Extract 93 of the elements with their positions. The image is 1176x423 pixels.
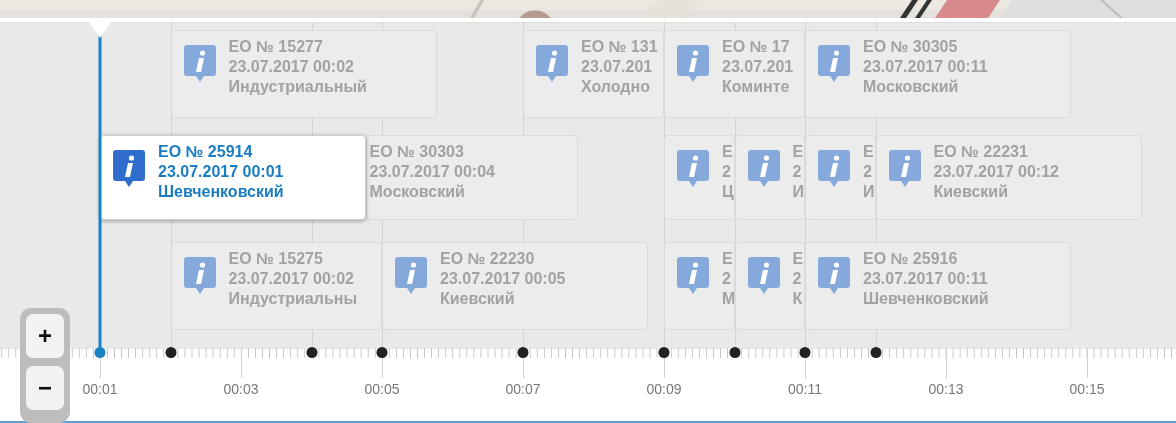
info-icon bbox=[888, 150, 921, 188]
event-district: Холодно bbox=[581, 77, 651, 97]
event-district: Шевченковский bbox=[158, 182, 284, 202]
event-card[interactable]: ЕО № 22230 23.07.2017 00:05 Киевский bbox=[382, 242, 648, 330]
event-timestamp: 23.07.2017 00:04 bbox=[369, 162, 495, 182]
event-district: М bbox=[722, 289, 734, 309]
info-icon bbox=[183, 257, 216, 295]
event-card[interactable]: ЕО № 25916 23.07.2017 00:11 Шевченковский bbox=[805, 242, 1071, 330]
time-label: 00:13 bbox=[928, 381, 964, 397]
event-marker[interactable] bbox=[94, 347, 106, 358]
event-card[interactable]: Е 2 И bbox=[805, 135, 876, 220]
event-number: ЕО № 30305 bbox=[863, 37, 959, 57]
event-marker[interactable] bbox=[306, 347, 317, 358]
event-number: ЕО № 25914 bbox=[158, 142, 254, 162]
event-card[interactable]: Е 2 М bbox=[664, 242, 735, 330]
event-number: ЕО № 15277 bbox=[228, 37, 324, 57]
event-timestamp: 23.07.201 bbox=[722, 57, 794, 77]
info-icon bbox=[747, 257, 780, 295]
event-district: И bbox=[792, 182, 804, 202]
event-timestamp: 2 bbox=[792, 269, 803, 289]
event-timestamp: 23.07.201 bbox=[581, 57, 654, 77]
event-timestamp: 23.07.2017 00:05 bbox=[440, 269, 566, 289]
event-district: И bbox=[863, 182, 875, 202]
info-icon bbox=[818, 45, 850, 83]
event-timestamp: 23.07.2017 00:02 bbox=[228, 269, 355, 289]
event-timestamp: 2 bbox=[863, 162, 873, 182]
event-district: Шевченковский bbox=[863, 289, 989, 309]
event-number: Е bbox=[792, 249, 804, 269]
time-label: 00:03 bbox=[223, 381, 259, 397]
event-district: Индустриальный bbox=[228, 77, 367, 97]
event-timestamp: 23.07.2017 00:12 bbox=[933, 162, 1059, 182]
event-district: Московский bbox=[369, 182, 466, 202]
info-icon bbox=[818, 150, 850, 188]
event-card[interactable]: ЕО № 30305 23.07.2017 00:11 Московский bbox=[805, 30, 1071, 118]
info-icon bbox=[818, 257, 850, 295]
info-icon bbox=[395, 257, 427, 295]
event-card[interactable]: ЕО № 131 23.07.201 Холодно bbox=[523, 30, 664, 118]
event-timestamp: 23.07.2017 00:02 bbox=[228, 57, 355, 77]
event-card[interactable]: ЕО № 22231 23.07.2017 00:12 Киевский bbox=[875, 135, 1142, 220]
info-icon bbox=[747, 150, 780, 188]
event-card[interactable]: Е 2 И bbox=[734, 135, 805, 220]
event-timestamp: 23.07.2017 00:11 bbox=[863, 57, 988, 77]
info-icon bbox=[677, 257, 709, 295]
info-icon bbox=[536, 45, 568, 83]
zoom-in-button[interactable]: + bbox=[26, 314, 64, 358]
event-marker[interactable] bbox=[870, 347, 881, 358]
event-marker[interactable] bbox=[658, 347, 670, 358]
event-number: Е bbox=[792, 142, 804, 162]
zoom-out-button[interactable]: − bbox=[26, 366, 64, 410]
info-icon bbox=[183, 45, 216, 83]
event-district: Ц bbox=[722, 182, 734, 202]
event-marker[interactable] bbox=[729, 347, 740, 358]
event-card[interactable]: ЕО № 17 23.07.201 Коминте bbox=[664, 30, 805, 118]
event-district: Киевский bbox=[440, 289, 516, 309]
time-label: 00:09 bbox=[646, 381, 682, 397]
event-timestamp: 23.07.2017 00:01 bbox=[158, 162, 284, 182]
time-label: 00:11 bbox=[788, 381, 822, 397]
event-card[interactable]: ЕО № 15275 23.07.2017 00:02 Индустриальны bbox=[170, 242, 382, 330]
event-marker[interactable] bbox=[799, 347, 811, 358]
info-icon bbox=[677, 150, 709, 188]
event-marker[interactable] bbox=[517, 347, 529, 358]
event-number: Е bbox=[863, 142, 875, 162]
event-timestamp: 2 bbox=[722, 162, 732, 182]
time-label: 00:15 bbox=[1069, 381, 1105, 397]
event-number: ЕО № 25916 bbox=[863, 249, 959, 269]
info-icon bbox=[677, 45, 709, 83]
info-icon bbox=[113, 150, 145, 188]
event-timestamp: 2 bbox=[792, 162, 803, 182]
time-label: 00:01 bbox=[82, 381, 118, 397]
event-district: Индустриальны bbox=[228, 289, 358, 309]
event-number: ЕО № 17 bbox=[722, 37, 791, 57]
event-card[interactable]: Е 2 Ц bbox=[664, 135, 735, 220]
event-number: ЕО № 131 bbox=[581, 37, 658, 57]
event-timestamp: 2 bbox=[722, 269, 732, 289]
event-marker[interactable] bbox=[376, 347, 388, 358]
event-number: ЕО № 22231 bbox=[933, 142, 1029, 162]
event-district: Московский bbox=[863, 77, 960, 97]
event-card[interactable]: ЕО № 25914 23.07.2017 00:01 Шевченковский bbox=[100, 135, 366, 220]
event-number: ЕО № 30303 bbox=[369, 142, 465, 162]
event-number: Е bbox=[722, 142, 734, 162]
event-card[interactable]: ЕО № 30303 23.07.2017 00:04 Московский bbox=[366, 135, 578, 220]
event-district: Киевский bbox=[933, 182, 1009, 202]
event-district: К bbox=[792, 289, 804, 309]
time-label: 00:07 bbox=[505, 381, 541, 397]
event-number: Е bbox=[722, 249, 734, 269]
event-marker[interactable] bbox=[165, 347, 176, 358]
event-card[interactable]: Е 2 К bbox=[734, 242, 805, 330]
event-number: ЕО № 15275 bbox=[228, 249, 324, 269]
event-timestamp: 23.07.2017 00:11 bbox=[863, 269, 989, 289]
event-number: ЕО № 22230 bbox=[440, 249, 536, 269]
event-district: Коминте bbox=[722, 77, 791, 97]
event-card[interactable]: ЕО № 15277 23.07.2017 00:02 Индустриальный bbox=[170, 30, 437, 118]
time-label: 00:05 bbox=[364, 381, 400, 397]
